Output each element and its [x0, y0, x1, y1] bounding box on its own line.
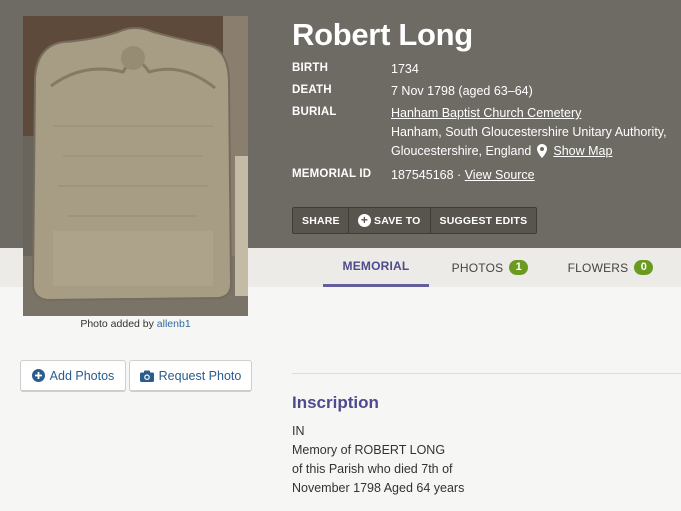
save-edit-group: + SAVE TO SUGGEST EDITS	[348, 207, 538, 234]
location-line-1: Hanham, South Gloucestershire Unitary Au…	[391, 125, 667, 139]
section-divider	[292, 373, 681, 374]
save-to-button[interactable]: + SAVE TO	[349, 208, 430, 233]
memorial-id-value: 187545168 ·	[391, 168, 462, 182]
birth-label: BIRTH	[292, 62, 329, 74]
cemetery-row: Hanham Baptist Church Cemetery	[391, 106, 581, 120]
birth-value: 1734	[391, 62, 419, 76]
tab-flowers[interactable]: FLOWERS 0	[558, 248, 663, 287]
location-line-2: Gloucestershire, England	[391, 144, 532, 158]
flowers-count-badge: 0	[634, 260, 654, 275]
request-photo-label: Request Photo	[158, 368, 242, 383]
plus-circle-icon: +	[358, 214, 371, 227]
gravestone-photo[interactable]	[23, 16, 248, 316]
view-source-link[interactable]: View Source	[465, 168, 535, 182]
death-value: 7 Nov 1798 (aged 63–64)	[391, 84, 533, 98]
add-photos-button[interactable]: Add Photos	[20, 360, 126, 392]
burial-label: BURIAL	[292, 106, 337, 118]
tab-flowers-label: FLOWERS	[567, 260, 629, 275]
inscription-line: IN	[292, 424, 305, 438]
photos-count-badge: 1	[509, 260, 529, 275]
inscription-line: Memory of ROBERT LONG	[292, 443, 446, 457]
death-label: DEATH	[292, 84, 332, 96]
photo-contributor-link[interactable]: allenb1	[157, 318, 191, 330]
gravestone-image	[23, 16, 248, 316]
cemetery-link[interactable]: Hanham Baptist Church Cemetery	[391, 106, 581, 120]
map-pin-icon	[537, 144, 548, 158]
request-photo-button[interactable]: Request Photo	[129, 360, 252, 392]
show-map-link[interactable]: Show Map	[553, 144, 612, 158]
tab-photos-label: PHOTOS	[451, 260, 504, 275]
tab-memorial-label: MEMORIAL	[342, 259, 410, 273]
photo-caption: Photo added by allenb1	[23, 318, 248, 330]
memorial-id-row: 187545168 · View Source	[391, 168, 535, 182]
inscription-text: IN Memory of ROBERT LONG of this Parish …	[292, 422, 464, 498]
inscription-line: of this Parish who died 7th of	[292, 462, 453, 476]
person-name: Robert Long	[292, 17, 473, 52]
camera-icon	[139, 370, 154, 382]
tab-memorial[interactable]: MEMORIAL	[323, 248, 429, 287]
caption-text: Photo added by	[80, 318, 154, 330]
save-to-label: SAVE TO	[374, 214, 421, 227]
add-photos-label: Add Photos	[49, 368, 115, 383]
tab-photos[interactable]: PHOTOS 1	[440, 248, 540, 287]
memorial-id-label: MEMORIAL ID	[292, 168, 372, 180]
plus-circle-icon	[31, 369, 45, 382]
inscription-title: Inscription	[292, 393, 379, 412]
location-row: Gloucestershire, England Show Map	[391, 144, 612, 158]
share-group: SHARE	[292, 207, 350, 234]
suggest-edits-button[interactable]: SUGGEST EDITS	[429, 208, 537, 233]
inscription-line: November 1798 Aged 64 years	[292, 481, 465, 495]
share-button[interactable]: SHARE	[293, 208, 349, 233]
